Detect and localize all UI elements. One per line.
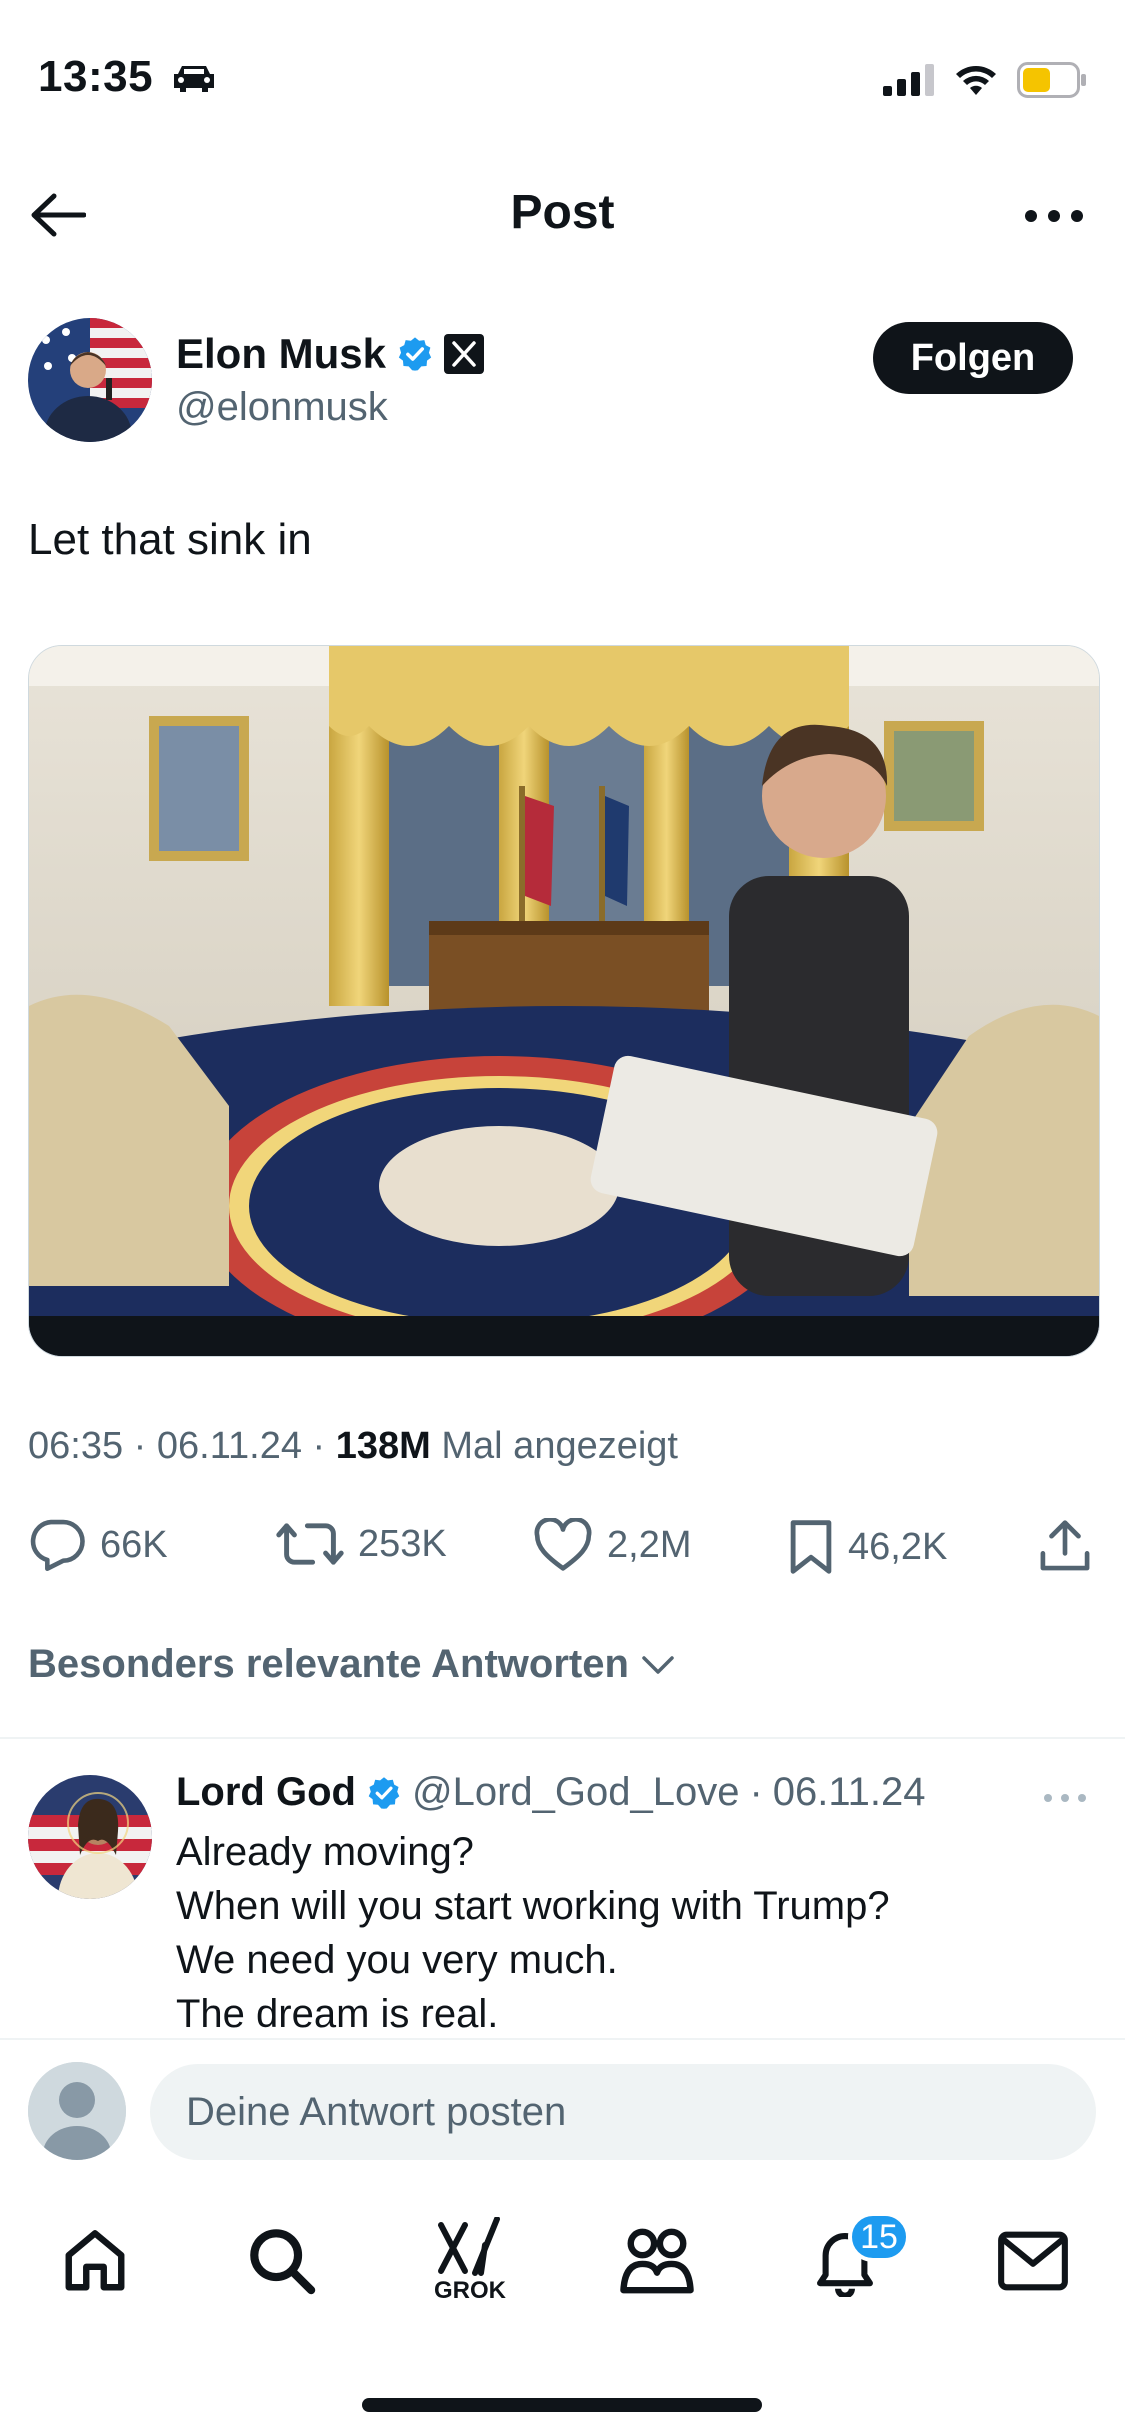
reply-date: 06.11.24 bbox=[772, 1770, 926, 1814]
reply-button[interactable]: 66K bbox=[28, 1518, 168, 1572]
wifi-icon bbox=[956, 66, 996, 95]
cellular-signal-icon bbox=[883, 64, 934, 96]
reply-input[interactable] bbox=[150, 2064, 1096, 2160]
reply-line: When will you start working with Trump? bbox=[176, 1884, 890, 1928]
car-icon bbox=[172, 64, 216, 97]
chevron-down-icon bbox=[642, 1655, 674, 1674]
more-options-button[interactable] bbox=[1019, 192, 1089, 240]
grok-icon bbox=[438, 2217, 500, 2276]
tab-messages[interactable] bbox=[988, 2216, 1078, 2306]
home-icon bbox=[65, 2230, 125, 2291]
reply-separator: · bbox=[749, 1770, 763, 1814]
share-button[interactable] bbox=[1038, 1518, 1092, 1574]
user-avatar[interactable] bbox=[28, 2062, 126, 2160]
page-title: Post bbox=[510, 186, 615, 239]
mail-icon bbox=[998, 2231, 1068, 2291]
battery-icon bbox=[1017, 62, 1086, 98]
verified-badge-icon bbox=[398, 337, 432, 371]
verified-badge-icon bbox=[368, 1776, 400, 1809]
reply-avatar[interactable] bbox=[28, 1775, 152, 1899]
reply-line: Already moving? bbox=[176, 1830, 474, 1874]
repost-icon bbox=[276, 1523, 344, 1565]
like-count: 2,2M bbox=[607, 1523, 692, 1566]
author-name-text: Elon Musk bbox=[176, 330, 387, 377]
author-name[interactable]: Elon Musk bbox=[176, 330, 485, 378]
tab-grok[interactable]: GROK bbox=[425, 2216, 515, 2306]
post-image[interactable] bbox=[28, 645, 1100, 1357]
author-handle[interactable]: @elonmusk bbox=[176, 385, 388, 430]
reply-author-handle[interactable]: @Lord_God_Love bbox=[412, 1770, 740, 1815]
post-date: 06.11.24 bbox=[156, 1425, 302, 1467]
author-avatar[interactable] bbox=[28, 318, 152, 442]
share-icon bbox=[1040, 1520, 1090, 1571]
bookmark-count: 46,2K bbox=[848, 1525, 948, 1568]
reply-more-button[interactable] bbox=[1035, 1778, 1095, 1818]
tab-notifications[interactable]: 15 bbox=[800, 2212, 910, 2306]
tab-home[interactable] bbox=[50, 2216, 140, 2306]
reply-line: The dream is real. bbox=[176, 1992, 499, 2036]
post-actions: 66K 253K 2,2M 46,2K bbox=[28, 1518, 1098, 1578]
reply-line: We need you very much. bbox=[176, 1938, 618, 1982]
reply-sort-dropdown[interactable]: Besonders relevante Antworten bbox=[28, 1642, 675, 1687]
x-affiliation-icon bbox=[444, 334, 485, 374]
reply-header: Lord God @Lord_God_Love · 06.11.24 bbox=[176, 1770, 926, 1815]
reply-sort-label: Besonders relevante Antworten bbox=[28, 1642, 629, 1686]
home-indicator[interactable] bbox=[362, 2398, 762, 2412]
communities-icon bbox=[620, 2228, 694, 2294]
status-indicators bbox=[883, 62, 1087, 98]
heart-icon bbox=[534, 1518, 592, 1571]
post-meta: 06:35 · 06.11.24 · 138M Mal angezeigt bbox=[28, 1425, 678, 1467]
more-horizontal-icon bbox=[1044, 1794, 1086, 1802]
follow-button[interactable]: Folgen bbox=[873, 322, 1073, 394]
search-icon bbox=[250, 2229, 316, 2295]
tab-communities[interactable] bbox=[612, 2216, 702, 2306]
notifications-badge: 15 bbox=[848, 2212, 910, 2262]
bookmark-button[interactable]: 46,2K bbox=[788, 1518, 947, 1576]
like-button[interactable]: 2,2M bbox=[533, 1518, 691, 1572]
repost-button[interactable]: 253K bbox=[276, 1518, 447, 1570]
post-time: 06:35 bbox=[28, 1425, 124, 1467]
divider bbox=[0, 1737, 1125, 1739]
reply-count: 66K bbox=[100, 1523, 168, 1566]
post-text: Let that sink in bbox=[28, 515, 312, 564]
bookmark-icon bbox=[790, 1520, 832, 1574]
tab-search[interactable] bbox=[237, 2216, 327, 2306]
reply-icon bbox=[30, 1519, 85, 1571]
repost-count: 253K bbox=[358, 1522, 447, 1565]
more-horizontal-icon bbox=[1025, 210, 1083, 222]
reply-author-name[interactable]: Lord God bbox=[176, 1770, 356, 1815]
reply-text: Already moving? When will you start work… bbox=[176, 1825, 890, 2041]
views-count: 138M bbox=[335, 1425, 431, 1467]
status-time: 13:35 bbox=[38, 52, 154, 101]
bottom-tab-bar: GROK 15 bbox=[0, 2180, 1125, 2340]
views-label: Mal angezeigt bbox=[441, 1425, 678, 1467]
grok-label: GROK bbox=[434, 2277, 506, 2304]
